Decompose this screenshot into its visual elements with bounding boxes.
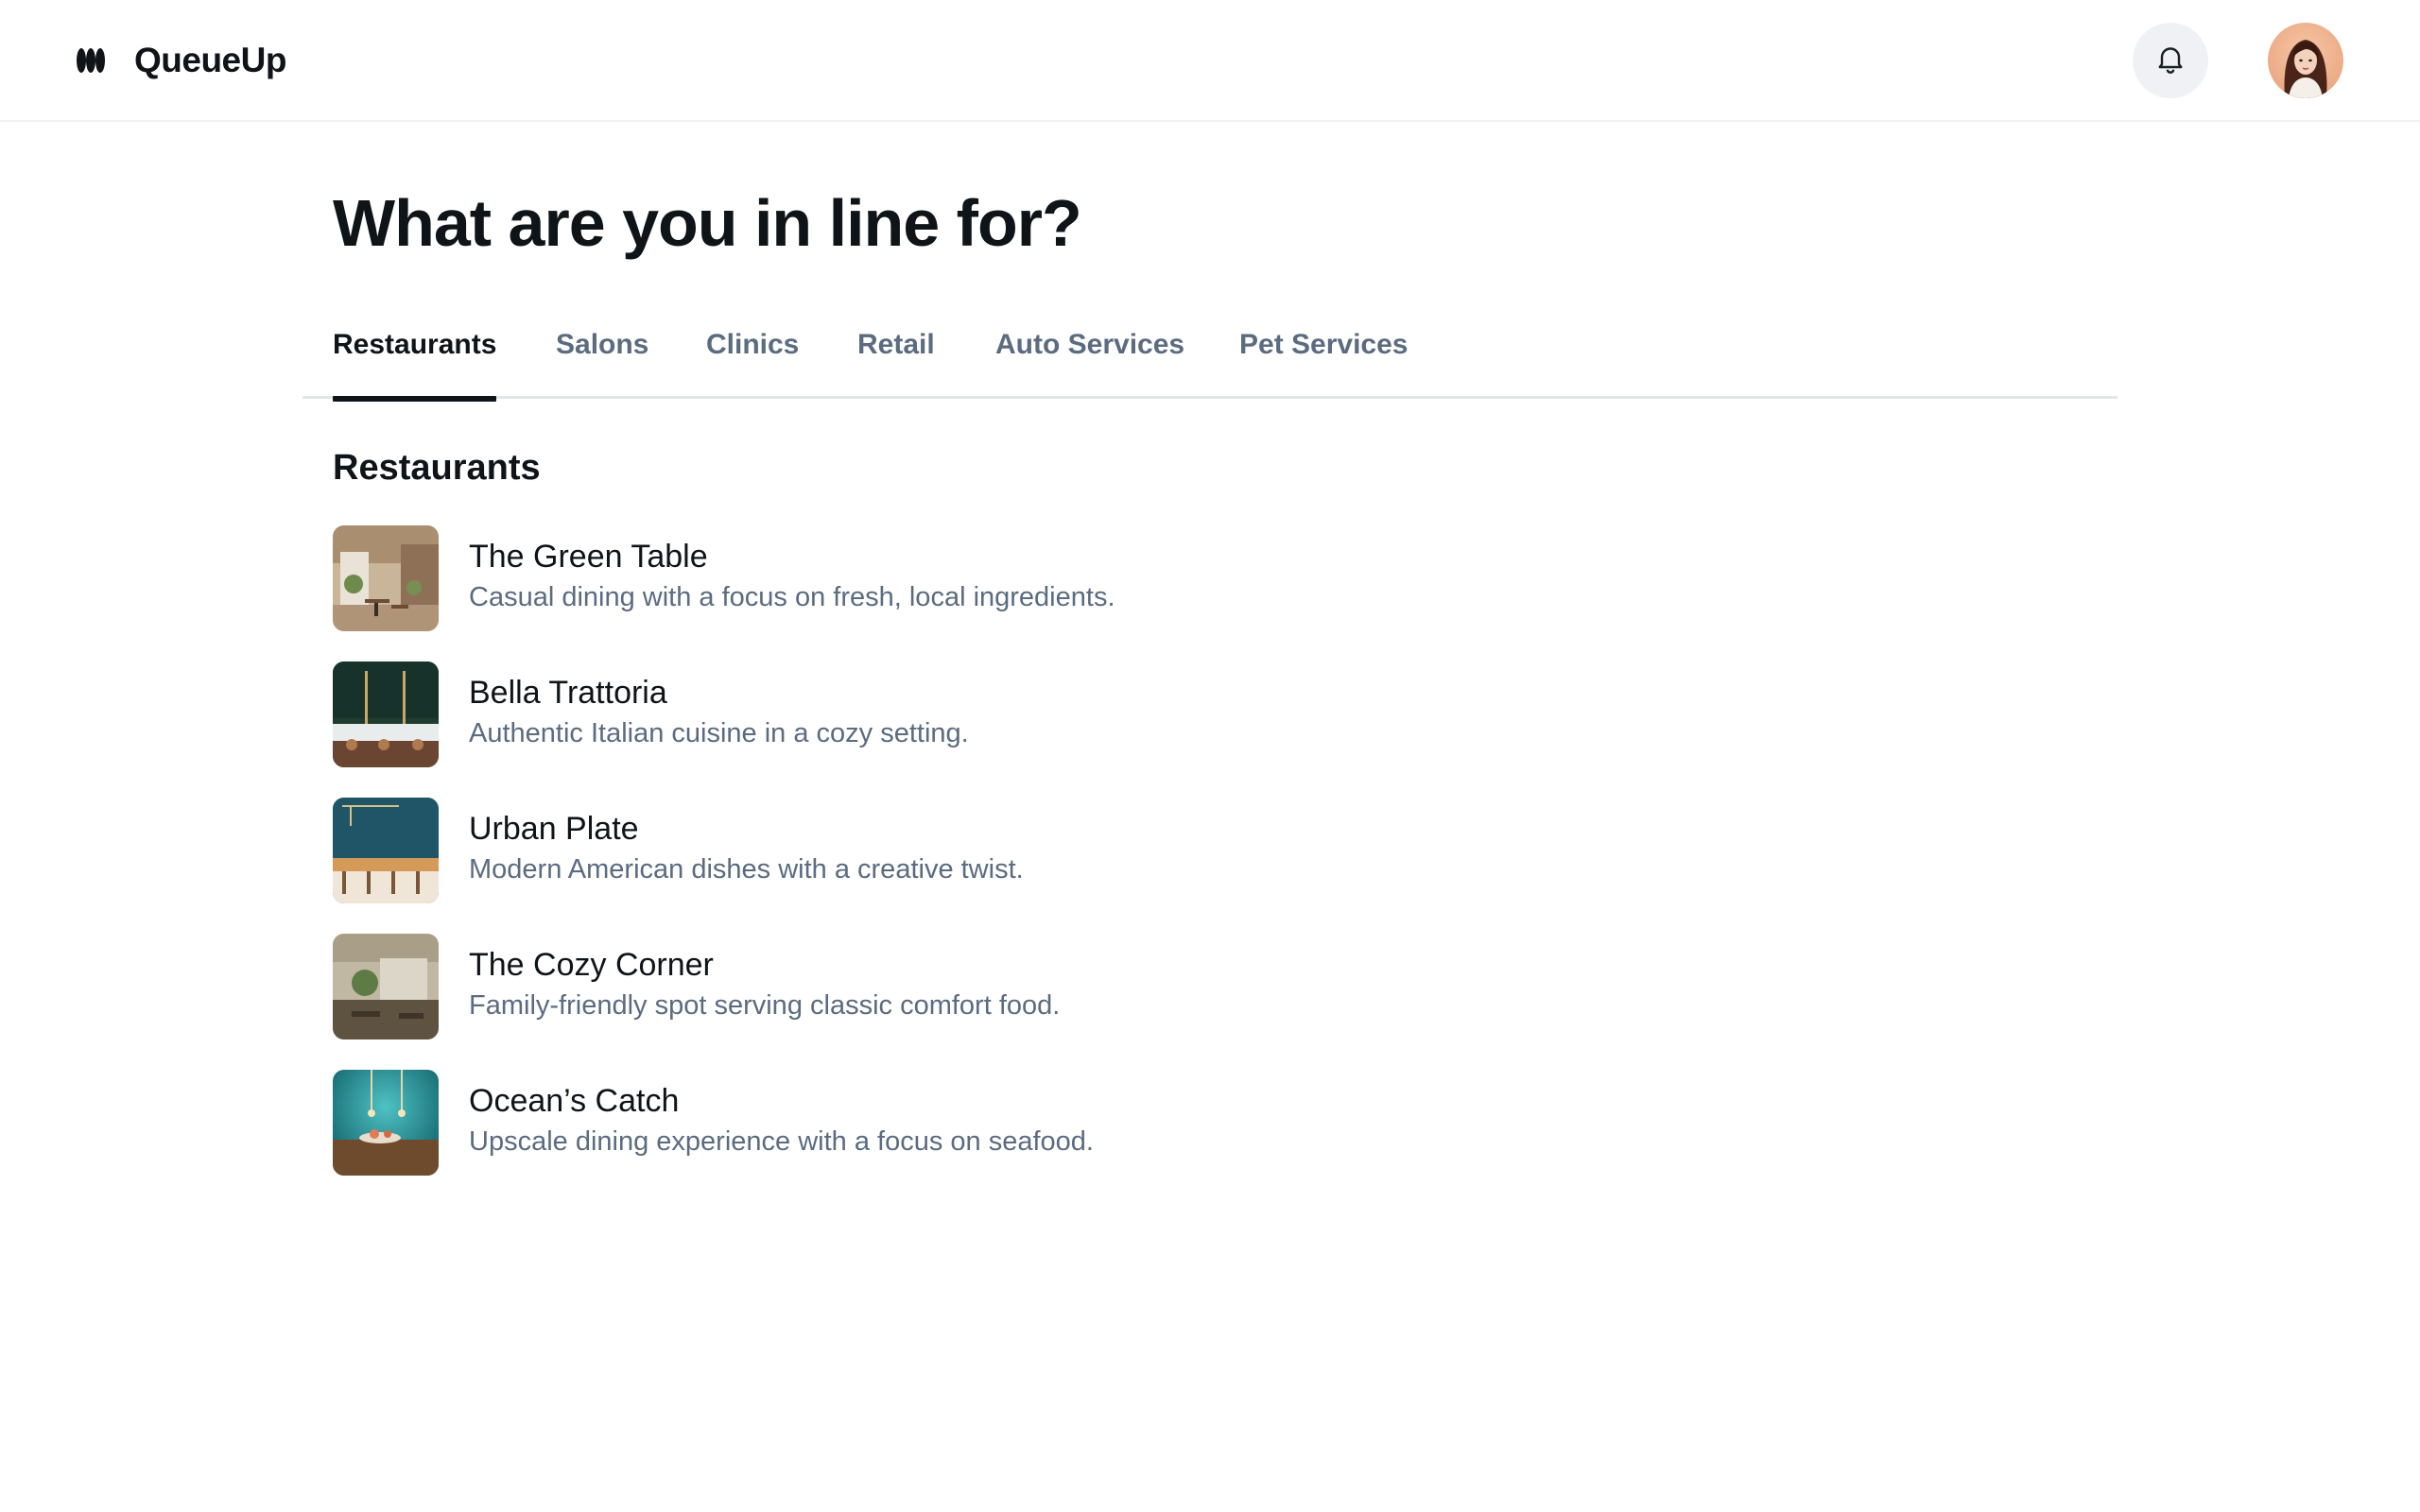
restaurant-description: Upscale dining experience with a focus o… xyxy=(469,1126,1094,1157)
restaurant-thumbnail xyxy=(333,934,439,1040)
section-title: Restaurants xyxy=(333,448,541,488)
restaurant-name: The Green Table xyxy=(469,539,708,575)
tab-pet-services[interactable]: Pet Services xyxy=(1239,329,1408,399)
app-name: QueueUp xyxy=(134,41,286,79)
list-item[interactable]: The Green Table Casual dining with a foc… xyxy=(333,525,1751,631)
category-tabs: Restaurants Salons Clinics Retail Auto S… xyxy=(302,321,2118,402)
restaurant-thumbnail xyxy=(333,1070,439,1176)
list-item[interactable]: Ocean’s Catch Upscale dining experience … xyxy=(333,1070,1751,1176)
page-title: What are you in line for? xyxy=(333,186,1082,260)
list-item[interactable]: Bella Trattoria Authentic Italian cuisin… xyxy=(333,662,1751,767)
tab-retail[interactable]: Retail xyxy=(857,329,935,399)
restaurant-thumbnail xyxy=(333,798,439,903)
restaurant-name: Urban Plate xyxy=(469,811,639,847)
restaurant-name: Ocean’s Catch xyxy=(469,1083,680,1119)
list-item[interactable]: The Cozy Corner Family-friendly spot ser… xyxy=(333,934,1751,1040)
restaurant-description: Casual dining with a focus on fresh, loc… xyxy=(469,582,1115,612)
user-avatar[interactable] xyxy=(2268,23,2343,98)
restaurant-name: Bella Trattoria xyxy=(469,675,667,711)
queueup-logo-icon xyxy=(76,45,106,76)
tab-clinics[interactable]: Clinics xyxy=(706,329,799,399)
list-item[interactable]: Urban Plate Modern American dishes with … xyxy=(333,798,1751,903)
tab-restaurants[interactable]: Restaurants xyxy=(333,329,497,402)
restaurant-description: Family-friendly spot serving classic com… xyxy=(469,990,1061,1021)
restaurant-thumbnail xyxy=(333,525,439,631)
restaurant-name: The Cozy Corner xyxy=(469,947,714,983)
tab-salons[interactable]: Salons xyxy=(556,329,648,399)
bell-icon xyxy=(2153,42,2187,80)
restaurant-description: Modern American dishes with a creative t… xyxy=(469,854,1024,885)
restaurant-description: Authentic Italian cuisine in a cozy sett… xyxy=(469,718,969,748)
notifications-button[interactable] xyxy=(2133,23,2208,98)
top-bar: QueueUp xyxy=(0,0,2420,122)
brand[interactable]: QueueUp xyxy=(76,34,286,87)
tab-auto-services[interactable]: Auto Services xyxy=(995,329,1184,399)
restaurant-thumbnail xyxy=(333,662,439,767)
